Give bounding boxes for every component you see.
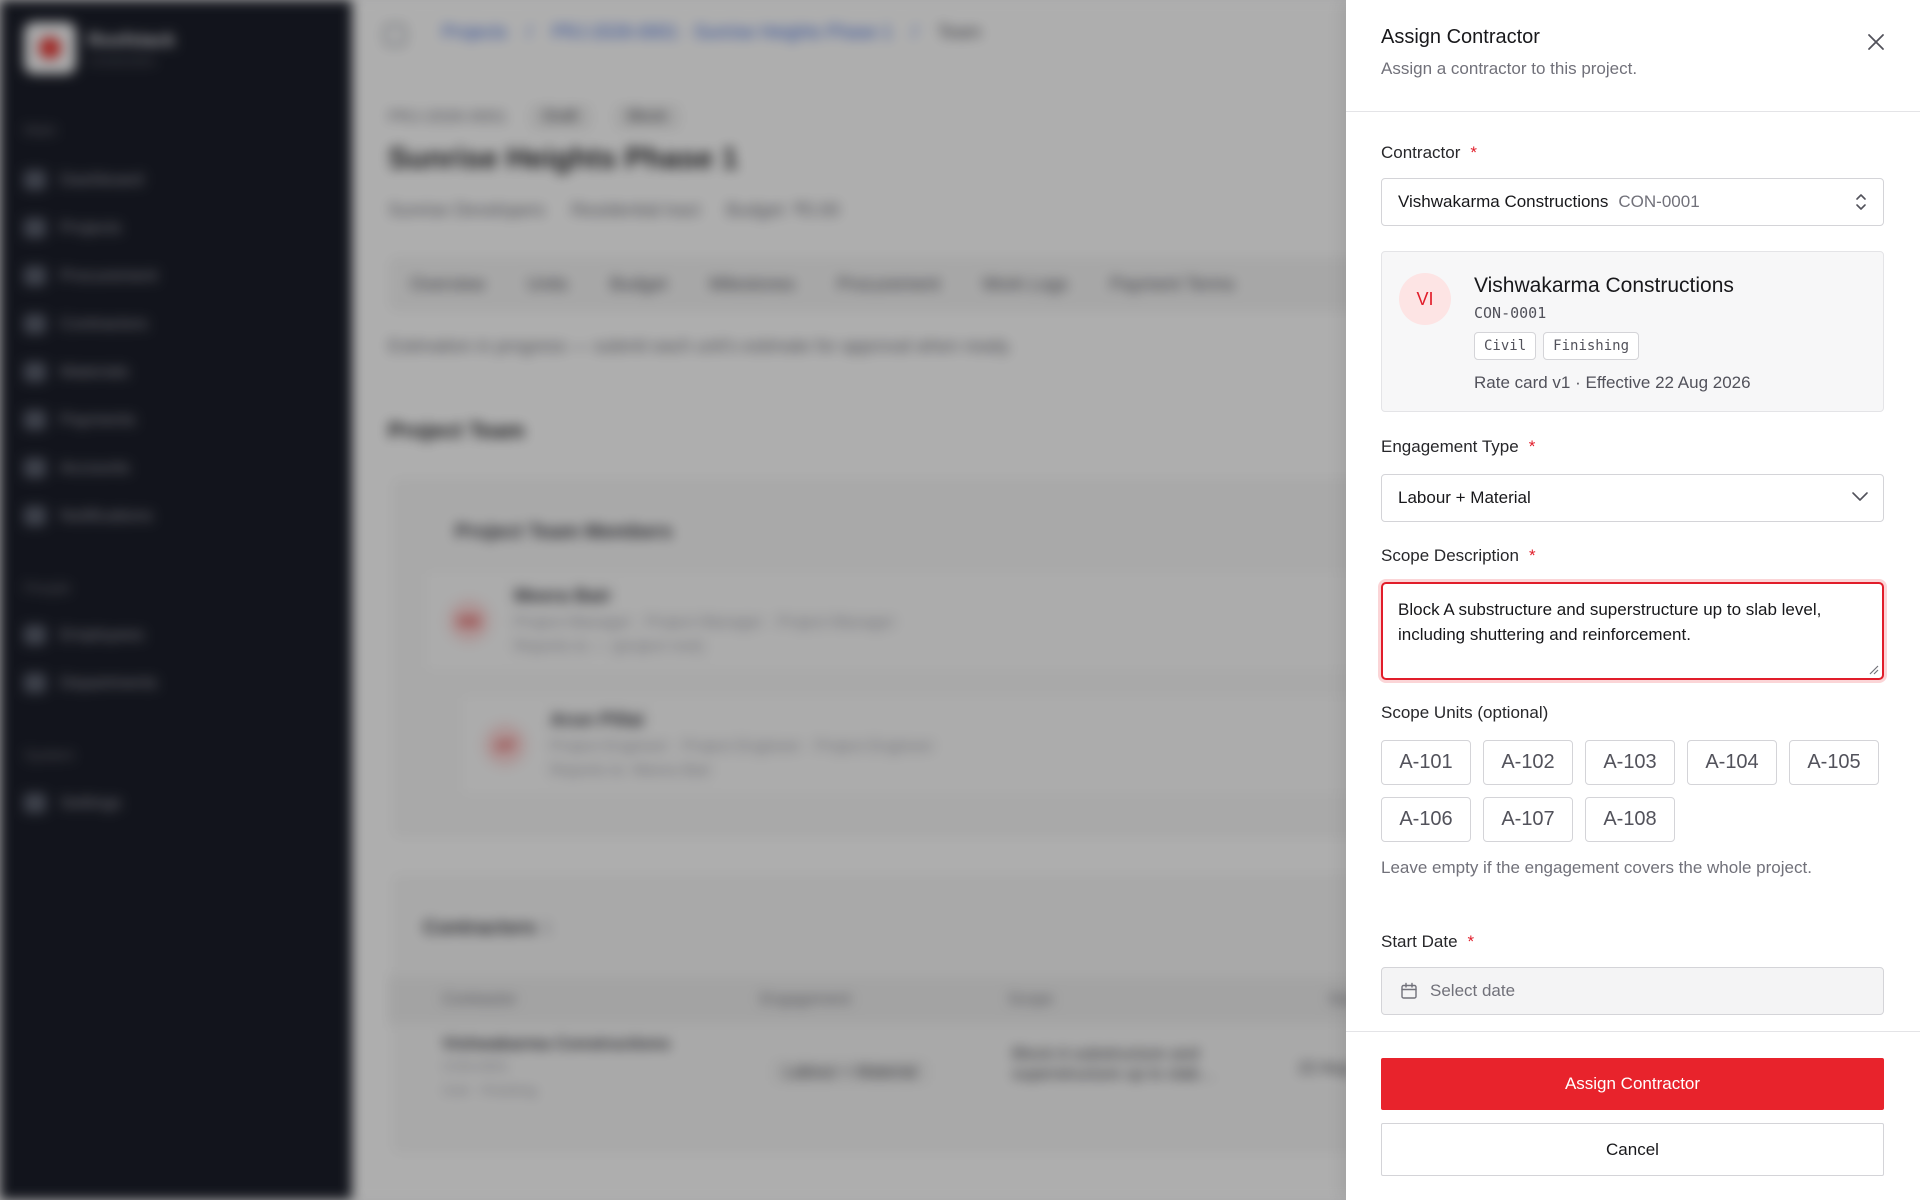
close-button[interactable] [1862, 28, 1890, 56]
contractor-name: Vishwakarma Constructions [1474, 274, 1734, 297]
unit-chip-a-102[interactable]: A-102 [1483, 740, 1573, 785]
close-icon [1868, 34, 1884, 50]
scope-units-list: A-101 A-102 A-103 A-104 A-105 A-106 A-10… [1381, 740, 1901, 842]
required-mark: * [1467, 932, 1475, 951]
contractor-code: CON-0001 [1474, 304, 1547, 322]
drawer-footer: Assign Contractor Cancel [1346, 1031, 1920, 1200]
unit-chip-a-101[interactable]: A-101 [1381, 740, 1471, 785]
contractor-summary-card: VI Vishwakarma Constructions CON-0001 Ci… [1381, 251, 1884, 412]
unit-chip-a-104[interactable]: A-104 [1687, 740, 1777, 785]
contractor-select-code: CON-0001 [1618, 192, 1700, 211]
scope-description-value: Block A substructure and superstructure … [1398, 600, 1822, 644]
calendar-icon [1401, 982, 1417, 999]
contractor-select[interactable]: Vishwakarma Constructions CON-0001 [1381, 178, 1884, 226]
chevron-down-icon [1852, 492, 1868, 501]
unit-chip-a-106[interactable]: A-106 [1381, 797, 1471, 842]
required-mark: * [1528, 546, 1536, 565]
scope-units-hint: Leave empty if the engagement covers the… [1381, 858, 1812, 877]
cancel-button[interactable]: Cancel [1381, 1123, 1884, 1176]
contractor-select-name: Vishwakarma Constructions [1398, 192, 1609, 211]
chevron-up-down-icon [1856, 194, 1866, 210]
scope-description-label: Scope Description * [1381, 546, 1536, 565]
start-date-label: Start Date * [1381, 932, 1475, 951]
scope-units-label: Scope Units (optional) [1381, 703, 1549, 722]
drawer-header: Assign Contractor Assign a contractor to… [1346, 0, 1920, 112]
engagement-type-label: Engagement Type * [1381, 437, 1536, 456]
rate-card-info: Rate card v1 · Effective 22 Aug 2026 [1474, 373, 1751, 392]
assign-contractor-button[interactable]: Assign Contractor [1381, 1058, 1884, 1110]
contractor-trade-tags: Civil Finishing [1474, 332, 1640, 360]
engagement-type-select[interactable]: Labour + Material [1381, 474, 1884, 522]
avatar: VI [1399, 273, 1451, 325]
resize-handle-icon[interactable] [1867, 663, 1879, 675]
unit-chip-a-105[interactable]: A-105 [1789, 740, 1879, 785]
unit-chip-a-108[interactable]: A-108 [1585, 797, 1675, 842]
unit-chip-a-103[interactable]: A-103 [1585, 740, 1675, 785]
start-date-placeholder: Select date [1430, 981, 1516, 1000]
contractor-label: Contractor * [1381, 143, 1477, 162]
required-mark: * [1470, 143, 1477, 162]
start-date-picker[interactable]: Select date [1381, 967, 1884, 1015]
engagement-type-value: Labour + Material [1398, 488, 1531, 507]
required-mark: * [1528, 437, 1536, 456]
trade-tag-civil: Civil [1474, 332, 1537, 360]
scope-description-textarea[interactable]: Block A substructure and superstructure … [1381, 582, 1884, 680]
drawer-subtitle: Assign a contractor to this project. [1381, 59, 1638, 78]
unit-chip-a-107[interactable]: A-107 [1483, 797, 1573, 842]
trade-tag-finishing: Finishing [1543, 332, 1640, 360]
drawer-title: Assign Contractor [1381, 26, 1540, 48]
assign-contractor-drawer: Assign Contractor Assign a contractor to… [1346, 0, 1920, 1200]
